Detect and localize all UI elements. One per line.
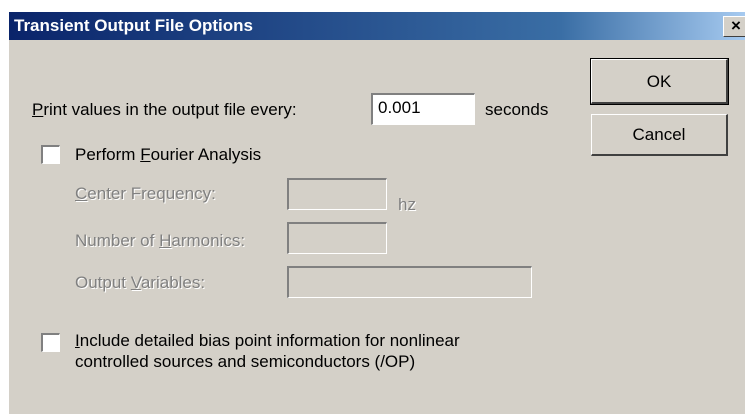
print-interval-label: Print values in the output file every:	[32, 100, 297, 120]
bias-point-label-line1-text: nclude detailed bias point information f…	[79, 331, 460, 350]
fourier-label-mnemonic: F	[140, 145, 151, 164]
output-variables-label: Output Variables:	[75, 273, 205, 293]
print-interval-unit: seconds	[485, 100, 549, 119]
print-interval-label-text: rint values in the output file every:	[43, 100, 297, 119]
output-variables-input[interactable]	[287, 266, 532, 298]
close-icon[interactable]: ×	[723, 16, 745, 37]
bias-point-checkbox[interactable]	[41, 333, 60, 352]
center-frequency-unit: hz	[398, 195, 416, 214]
center-frequency-label: Center Frequency:	[75, 184, 216, 204]
center-frequency-mnemonic: C	[75, 184, 88, 203]
harmonics-label: Number of Harmonics:	[75, 231, 245, 251]
cancel-button[interactable]: Cancel	[591, 114, 728, 156]
print-interval-input[interactable]: 0.001	[371, 93, 475, 125]
fourier-label[interactable]: Perform Fourier Analysis	[75, 145, 261, 165]
bias-point-label[interactable]: Include detailed bias point information …	[75, 330, 460, 372]
window-title: Transient Output File Options	[14, 16, 253, 35]
transient-output-options-dialog: Transient Output File Options × Print va…	[8, 11, 745, 414]
output-variables-label-prefix: Output	[75, 273, 131, 292]
fourier-checkbox[interactable]	[41, 145, 60, 164]
ok-button[interactable]: OK	[590, 58, 729, 105]
bias-point-label-line2: controlled sources and semiconductors (/…	[75, 352, 416, 371]
output-variables-mnemonic: V	[130, 273, 141, 292]
harmonics-mnemonic: H	[159, 231, 172, 250]
fourier-label-rest: ourier Analysis	[150, 145, 262, 164]
title-bar: Transient Output File Options ×	[9, 12, 745, 40]
harmonics-label-prefix: Number of	[75, 231, 160, 250]
center-frequency-input[interactable]	[287, 178, 387, 210]
output-variables-label-rest: ariables:	[140, 273, 206, 292]
print-interval-mnemonic: P	[32, 100, 44, 119]
harmonics-input[interactable]	[287, 222, 387, 254]
center-frequency-label-text: enter Frequency:	[87, 184, 216, 203]
bias-point-label-line1: Include detailed bias point information …	[75, 330, 460, 351]
fourier-label-prefix: Perform	[75, 145, 141, 164]
harmonics-label-rest: armonics:	[171, 231, 246, 250]
